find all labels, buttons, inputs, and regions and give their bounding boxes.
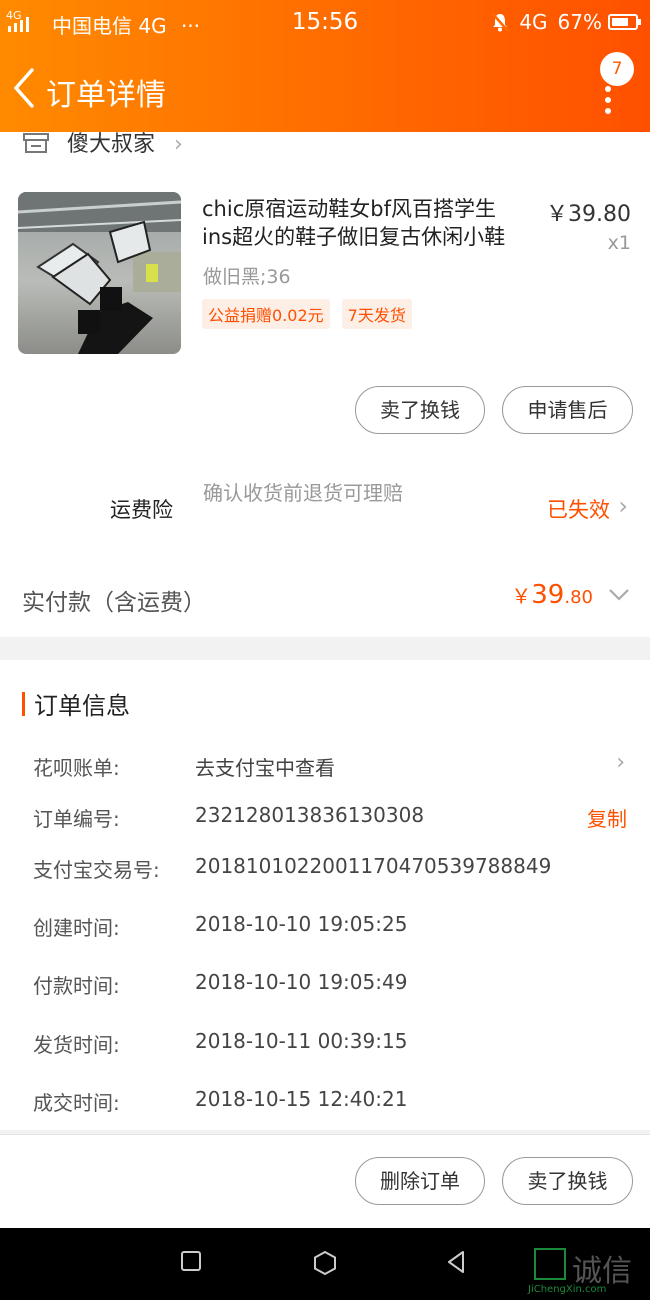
back-arrow-icon[interactable] bbox=[8, 66, 42, 110]
product-image[interactable] bbox=[18, 192, 181, 354]
copy-button[interactable]: 复制 bbox=[587, 803, 627, 832]
product-sku: 做旧黑;36 bbox=[203, 266, 291, 288]
shipping-tag: 7天发货 bbox=[341, 299, 412, 329]
bottom-action-bar: 删除订单 卖了换钱 bbox=[0, 1134, 650, 1228]
shipping-insurance-desc: 确认收货前退货可理赔 bbox=[203, 481, 403, 505]
back-nav-icon[interactable] bbox=[445, 1250, 467, 1274]
product-quantity: x1 bbox=[607, 232, 631, 254]
order-info-header: 订单信息 bbox=[22, 686, 130, 721]
chevron-right-icon: › bbox=[616, 750, 625, 775]
home-icon[interactable] bbox=[312, 1250, 338, 1276]
row-key: 花呗账单: bbox=[33, 756, 120, 780]
row-key: 成交时间: bbox=[33, 1091, 120, 1115]
shipping-insurance-label: 运费险 bbox=[110, 498, 173, 522]
row-key: 发货时间: bbox=[33, 1033, 120, 1057]
charity-tag: 公益捐赠0.02元 bbox=[202, 299, 330, 329]
more-menu-icon[interactable] bbox=[605, 86, 611, 119]
section-accent-bar bbox=[22, 691, 25, 716]
store-icon bbox=[23, 133, 49, 153]
shop-chevron-icon: › bbox=[174, 132, 183, 157]
shop-name[interactable]: 傻大叔家 bbox=[67, 126, 155, 158]
insurance-chevron-icon[interactable]: › bbox=[618, 492, 628, 520]
order-number-value: 232128013836130308 bbox=[195, 803, 425, 827]
apply-after-sale-button[interactable]: 申请售后 bbox=[502, 386, 633, 434]
status-bar: 4G 中国电信 4G ··· 15:56 4G 67% bbox=[0, 0, 650, 46]
paid-int: 39 bbox=[531, 580, 565, 610]
paid-currency: ￥ bbox=[511, 584, 532, 608]
row-key: 创建时间: bbox=[33, 916, 120, 940]
battery-icon bbox=[608, 14, 641, 30]
paid-dec: .80 bbox=[564, 587, 593, 608]
watermark-logo: 诚信 JiChengXin.com bbox=[528, 1246, 650, 1300]
battery-percent: 67% bbox=[557, 10, 602, 34]
status-right: 4G 67% bbox=[491, 10, 641, 34]
chevron-down-icon[interactable] bbox=[608, 584, 630, 606]
product-tags: 公益捐赠0.02元 7天发货 bbox=[202, 299, 424, 329]
row-key: 支付宝交易号: bbox=[33, 858, 160, 882]
page-title: 订单详情 bbox=[46, 78, 166, 113]
shipping-insurance-status[interactable]: 已失效 bbox=[547, 494, 610, 524]
product-title-line2: ins超火的鞋子做旧复古休闲小鞋 bbox=[202, 225, 506, 249]
product-title[interactable]: chic原宿运动鞋女bf风百搭学生 ins超火的鞋子做旧复古休闲小鞋 bbox=[202, 195, 537, 251]
row-value[interactable]: 去支付宝中查看 bbox=[195, 752, 335, 781]
product-price: ￥39.80 bbox=[546, 202, 631, 227]
message-badge[interactable]: 7 bbox=[600, 52, 634, 86]
alipay-trade-value: 2018101022001170470539788849 bbox=[195, 854, 552, 878]
row-value: 2018-10-11 00:39:15 bbox=[195, 1029, 408, 1053]
network-label: 4G bbox=[519, 10, 548, 34]
watermark-box-icon bbox=[534, 1248, 566, 1280]
row-value: 2018-10-15 12:40:21 bbox=[195, 1087, 408, 1111]
row-key: 订单编号: bbox=[33, 807, 120, 831]
recent-apps-icon[interactable] bbox=[180, 1250, 202, 1272]
paid-amount: ￥39.80 bbox=[511, 580, 593, 610]
row-value: 2018-10-10 19:05:25 bbox=[195, 912, 408, 936]
sell-for-cash-bottom-button[interactable]: 卖了换钱 bbox=[502, 1157, 633, 1205]
product-title-line1: chic原宿运动鞋女bf风百搭学生 bbox=[202, 197, 496, 221]
nav-bar: 订单详情 7 bbox=[0, 52, 650, 128]
delete-order-button[interactable]: 删除订单 bbox=[355, 1157, 485, 1205]
order-info-title: 订单信息 bbox=[34, 692, 130, 720]
order-info-card: 订单信息 花呗账单: 去支付宝中查看 › 订单编号: 2321280138361… bbox=[0, 660, 650, 1130]
sell-for-cash-button[interactable]: 卖了换钱 bbox=[355, 386, 485, 434]
app-header: 4G 中国电信 4G ··· 15:56 4G 67% 订单详情 7 bbox=[0, 0, 650, 132]
row-value: 2018-10-10 19:05:49 bbox=[195, 970, 408, 994]
paid-amount-label: 实付款（含运费） bbox=[22, 590, 206, 616]
row-key: 付款时间: bbox=[33, 974, 120, 998]
watermark-sub: JiChengXin.com bbox=[528, 1284, 607, 1295]
order-product-card: 傻大叔家 › chic原宿运动鞋女bf风百搭学生 ins超火的鞋子做旧复古休闲小… bbox=[0, 132, 650, 637]
bell-muted-icon bbox=[491, 12, 510, 32]
